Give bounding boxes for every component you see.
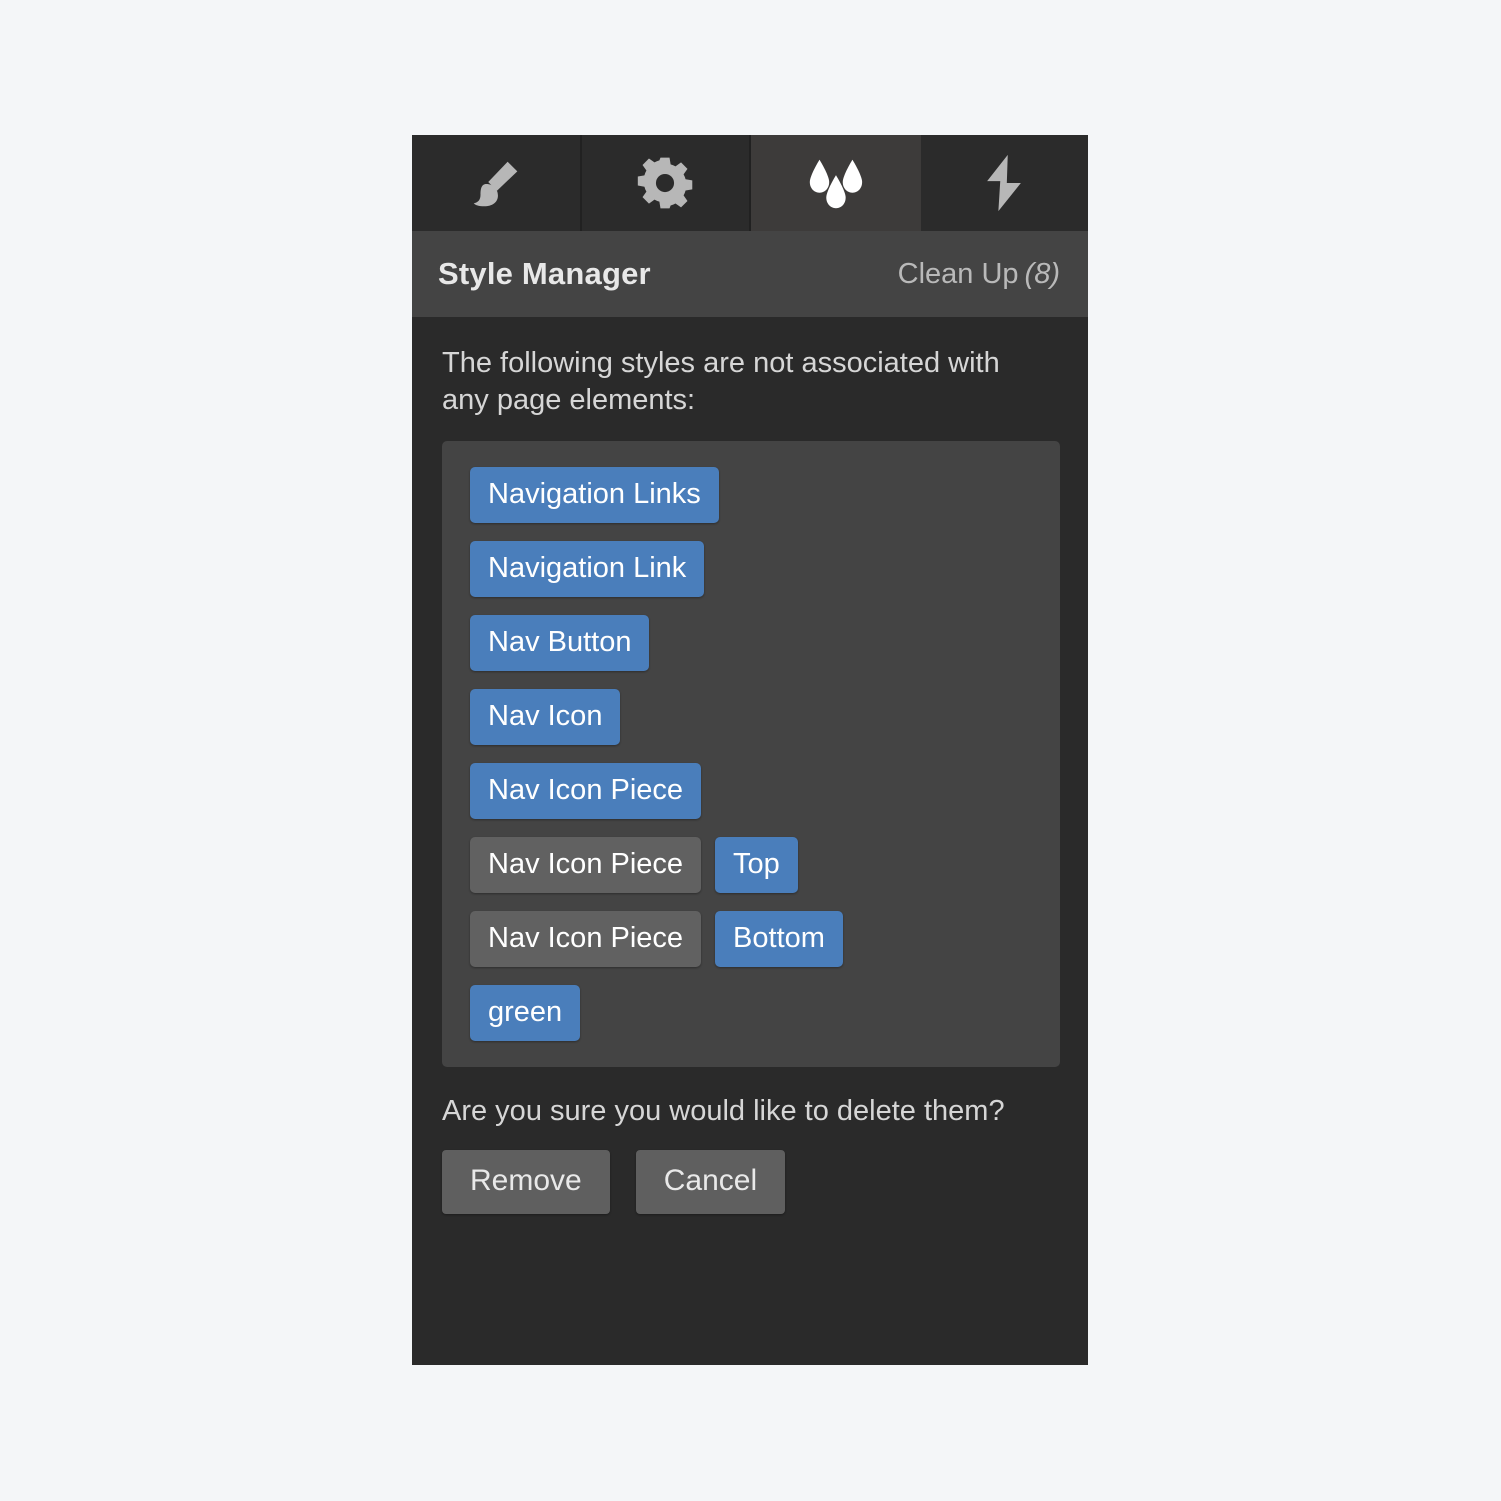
style-tag[interactable]: Nav Button [470,615,650,671]
page-title: Style Manager [438,256,651,291]
lightning-bolt-icon [976,153,1032,213]
tab-brush[interactable] [412,135,582,231]
style-tag-row: Nav Icon Piece [470,763,1038,819]
paint-brush-icon [465,152,527,214]
style-manager-panel: Style Manager Clean Up (8) The following … [412,135,1088,1365]
panel-header: Style Manager Clean Up (8) [412,231,1088,317]
style-tag[interactable]: Nav Icon Piece [470,911,702,967]
panel-body: The following styles are not associated … [412,317,1088,1365]
style-tag[interactable]: Nav Icon Piece [470,763,702,819]
tab-interactions[interactable] [920,135,1088,231]
remove-button[interactable]: Remove [442,1150,610,1214]
clean-up-count: (8) [1024,257,1060,290]
panel-tab-bar [412,135,1088,231]
style-tag[interactable]: green [470,985,581,1041]
confirm-text: Are you sure you would like to delete th… [442,1095,1005,1127]
clean-up-button[interactable]: Clean Up (8) [898,258,1060,291]
style-tag-row: Navigation Link [470,541,1038,597]
tab-styles[interactable] [751,135,921,231]
style-tag[interactable]: Nav Icon Piece [470,837,702,893]
style-tag-row: Nav Button [470,615,1038,671]
style-tag[interactable]: Nav Icon [470,689,621,745]
clean-up-label: Clean Up [897,257,1019,290]
style-tag-row: Navigation Links [470,467,1038,523]
style-tag-row: Nav Icon [470,689,1038,745]
style-tag-row: Nav Icon Piece Top [470,837,1038,893]
style-tag[interactable]: Top [715,837,798,893]
tab-settings[interactable] [581,135,751,231]
unused-styles-list: Navigation Links Navigation Link Nav Butto… [442,441,1060,1067]
style-tag-row: Nav Icon Piece Bottom [470,911,1038,967]
intro-text: The following styles are not associated … [442,347,1000,416]
gear-icon [636,154,694,212]
cancel-button[interactable]: Cancel [635,1150,786,1214]
style-tag[interactable]: Navigation Link [470,541,705,597]
style-tag-row: green [470,985,1038,1041]
style-tag[interactable]: Bottom [715,911,843,967]
style-tag[interactable]: Navigation Links [470,467,719,523]
action-buttons: Remove Cancel [442,1150,1060,1214]
water-drops-icon [796,152,874,214]
